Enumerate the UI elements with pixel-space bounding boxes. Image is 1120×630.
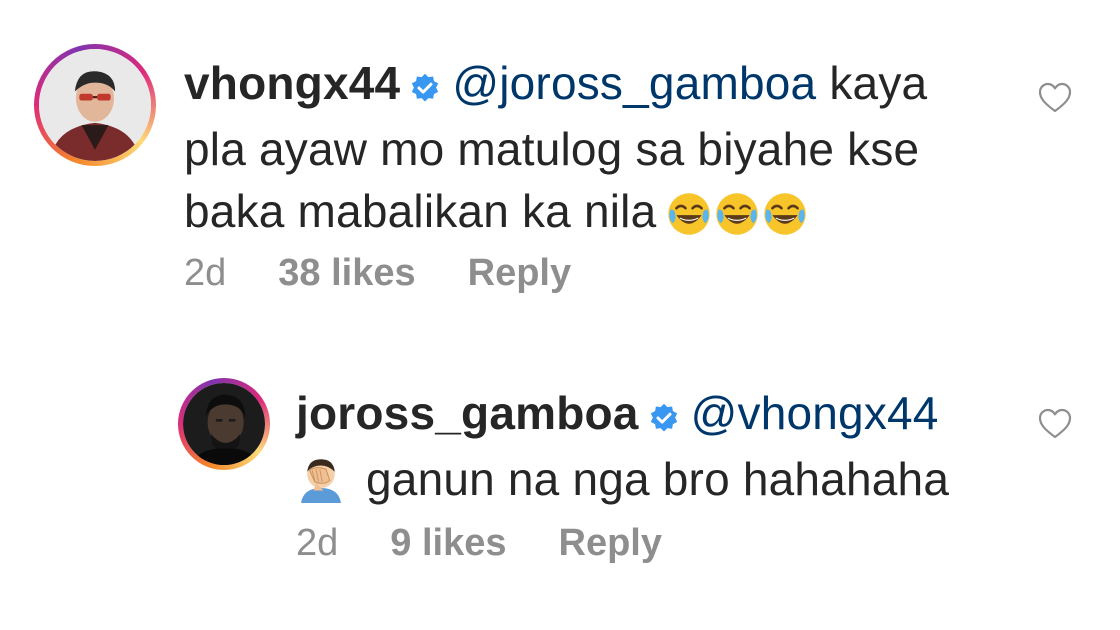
timestamp: 2d	[296, 522, 339, 564]
heart-outline-icon[interactable]	[1038, 408, 1072, 445]
comment-line: vhongx44 @joross_gamboa kaya	[184, 52, 1004, 118]
comment-line: ganun na nga bro hahahaha	[296, 448, 996, 518]
reply-button[interactable]: Reply	[559, 522, 662, 564]
comment-text: ganun na nga bro hahahaha	[366, 453, 950, 505]
comment-line: baka mabalikan ka nila	[184, 180, 1004, 252]
man-facepalming-emoji-icon	[296, 453, 348, 518]
comment-line: pla ayaw mo matulog sa biyahe kse	[184, 118, 1004, 180]
timestamp: 2d	[184, 252, 227, 294]
comment-body: joross_gamboa @vhongx44 ganun na nga bro …	[296, 382, 996, 518]
tears-of-joy-emoji-icon	[716, 193, 759, 235]
likes-count[interactable]: 9 likes	[390, 522, 506, 564]
comment-text: pla ayaw mo matulog sa biyahe kse	[184, 123, 920, 175]
username[interactable]: joross_gamboa	[296, 387, 639, 439]
story-ring[interactable]	[178, 378, 270, 470]
story-ring[interactable]	[34, 44, 156, 166]
comment-meta: 2d 38 likes Reply	[184, 252, 623, 295]
tears-of-joy-emoji-icon	[764, 193, 807, 235]
likes-count[interactable]: 38 likes	[278, 252, 415, 294]
username[interactable]: vhongx44	[184, 57, 400, 109]
comment-body: vhongx44 @joross_gamboa kaya pla ayaw mo …	[184, 52, 1004, 252]
comment-meta: 2d 9 likes Reply	[296, 522, 714, 565]
reply-button[interactable]: Reply	[468, 252, 571, 294]
emoji-group	[666, 190, 810, 252]
mention-link[interactable]: @joross_gamboa	[452, 57, 816, 109]
comment-text: baka mabalikan ka nila	[184, 185, 657, 237]
avatar[interactable]	[39, 49, 151, 161]
verified-badge-icon	[410, 56, 440, 118]
avatar[interactable]	[183, 383, 265, 465]
comment-text: kaya	[829, 57, 928, 109]
heart-outline-icon[interactable]	[1038, 82, 1072, 119]
tears-of-joy-emoji-icon	[668, 193, 711, 235]
avatar-image	[39, 49, 151, 161]
avatar-image	[183, 383, 265, 465]
mention-link[interactable]: @vhongx44	[691, 387, 939, 439]
comment-line: joross_gamboa @vhongx44	[296, 382, 996, 448]
verified-badge-icon	[649, 386, 679, 448]
